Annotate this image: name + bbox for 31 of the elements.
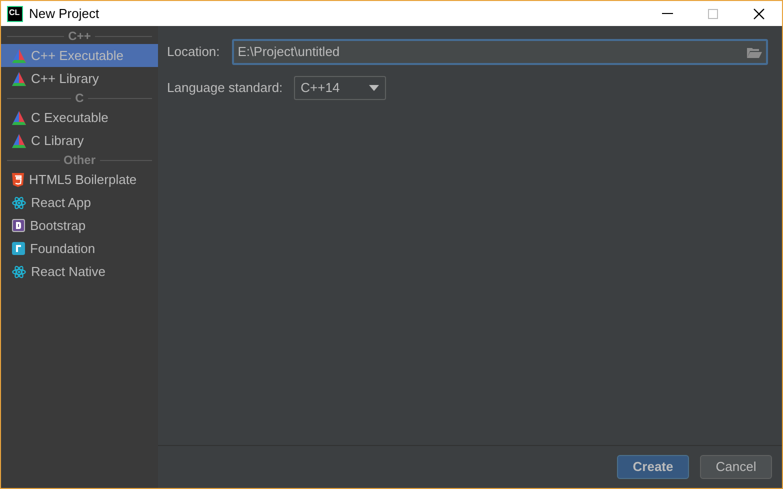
- triangle-icon: [12, 110, 26, 124]
- create-button[interactable]: Create: [617, 455, 689, 479]
- section-header: C: [75, 90, 84, 107]
- section-header: C++: [68, 28, 91, 45]
- sidebar-item[interactable]: C Executable: [1, 106, 158, 129]
- sidebar-item[interactable]: Foundation: [1, 237, 158, 260]
- sidebar-item[interactable]: C Library: [1, 129, 158, 152]
- folder-icon[interactable]: [747, 46, 762, 58]
- sidebar-item[interactable]: HTML5 Boilerplate: [1, 168, 158, 191]
- foundation-icon: [12, 242, 25, 255]
- sidebar-item[interactable]: Bootstrap: [1, 214, 158, 237]
- close-icon: [753, 8, 765, 20]
- html5-icon: [12, 172, 24, 186]
- language-standard-dropdown[interactable]: C++14: [294, 76, 386, 100]
- section-header: Other: [64, 152, 96, 169]
- bootstrap-icon: [12, 219, 25, 232]
- window-title: New Project: [29, 4, 100, 23]
- app-logo: CL: [7, 6, 23, 22]
- atom-icon: [12, 196, 26, 210]
- sidebar-item[interactable]: C++ Library: [1, 67, 158, 90]
- triangle-icon: [12, 134, 26, 148]
- language-standard-label: Language standard:: [167, 79, 283, 98]
- cancel-button[interactable]: Cancel: [700, 455, 772, 479]
- triangle-icon: [12, 48, 26, 62]
- sidebar-item[interactable]: React Native: [1, 260, 158, 283]
- caret-icon: [368, 85, 379, 91]
- location-field[interactable]: E:\Project\untitled: [232, 39, 768, 65]
- sidebar-item[interactable]: React App: [1, 191, 158, 214]
- atom-icon: [12, 264, 26, 278]
- location-label: Location:: [167, 43, 220, 62]
- triangle-icon: [12, 72, 26, 86]
